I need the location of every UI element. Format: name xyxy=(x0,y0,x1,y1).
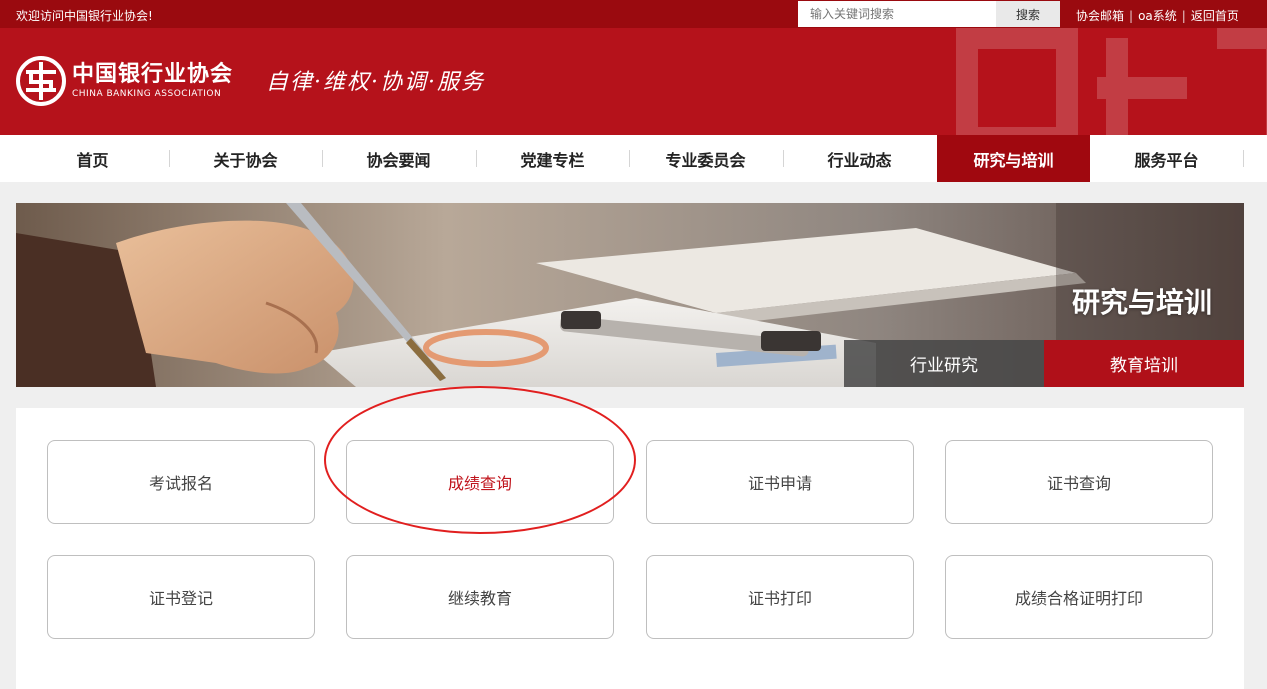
nav-item-party[interactable]: 党建专栏 xyxy=(476,135,629,182)
link-separator: | xyxy=(1129,8,1134,23)
main-nav: 首页 关于协会 协会要闻 党建专栏 专业委员会 行业动态 研究与培训 服务平台 xyxy=(0,135,1267,182)
score-inquiry-button[interactable]: 成绩查询 xyxy=(346,440,614,524)
search-input[interactable] xyxy=(798,1,996,27)
welcome-text: 欢迎访问中国银行业协会! xyxy=(16,9,153,23)
certificate-application-button[interactable]: 证书申请 xyxy=(646,440,914,524)
nav-item-industry[interactable]: 行业动态 xyxy=(783,135,936,182)
slogan: 自律·维权·协调·服务 xyxy=(266,70,485,95)
decorative-pattern xyxy=(956,28,1267,135)
search-button[interactable]: 搜索 xyxy=(996,1,1060,27)
logo-english-name: CHINA BANKING ASSOCIATION xyxy=(72,89,222,99)
nav-item-about[interactable]: 关于协会 xyxy=(169,135,322,182)
nav-item-news[interactable]: 协会要闻 xyxy=(322,135,475,182)
nav-item-research-training[interactable]: 研究与培训 xyxy=(937,135,1090,182)
banner: 研究与培训 行业研究 教育培训 xyxy=(16,203,1244,387)
score-pass-certificate-print-button[interactable]: 成绩合格证明打印 xyxy=(945,555,1213,639)
continuing-education-button[interactable]: 继续教育 xyxy=(346,555,614,639)
search-box: 搜索 xyxy=(798,1,1060,27)
top-bar: 欢迎访问中国银行业协会! 搜索 协会邮箱 | oa系统 | 返回首页 xyxy=(0,0,1267,28)
nav-item-committees[interactable]: 专业委员会 xyxy=(629,135,782,182)
service-panel: 考试报名 成绩查询 证书申请 证书查询 证书登记 继续教育 证书打印 成绩合格证… xyxy=(16,408,1244,689)
banner-title: 研究与培训 xyxy=(1071,286,1212,319)
site-header: 中国银行业协会 CHINA BANKING ASSOCIATION 自律·维权·… xyxy=(0,28,1267,135)
top-links: 协会邮箱 | oa系统 | 返回首页 xyxy=(1076,7,1239,24)
oa-system-link[interactable]: oa系统 xyxy=(1138,7,1177,24)
nav-item-services[interactable]: 服务平台 xyxy=(1090,135,1243,182)
certificate-registration-button[interactable]: 证书登记 xyxy=(47,555,315,639)
nav-divider xyxy=(1243,150,1244,167)
logo-chinese-name: 中国银行业协会 xyxy=(72,62,234,87)
certificate-inquiry-button[interactable]: 证书查询 xyxy=(945,440,1213,524)
exam-registration-button[interactable]: 考试报名 xyxy=(47,440,315,524)
mailbox-link[interactable]: 协会邮箱 xyxy=(1076,7,1124,24)
logo[interactable]: 中国银行业协会 CHINA BANKING ASSOCIATION xyxy=(16,56,233,106)
certificate-print-button[interactable]: 证书打印 xyxy=(646,555,914,639)
subtab-education-training[interactable]: 教育培训 xyxy=(1044,340,1244,387)
subtab-industry-research[interactable]: 行业研究 xyxy=(844,340,1044,387)
association-emblem-icon xyxy=(16,56,66,106)
nav-item-home[interactable]: 首页 xyxy=(16,135,169,182)
home-link[interactable]: 返回首页 xyxy=(1191,7,1239,24)
link-separator: | xyxy=(1181,8,1186,23)
